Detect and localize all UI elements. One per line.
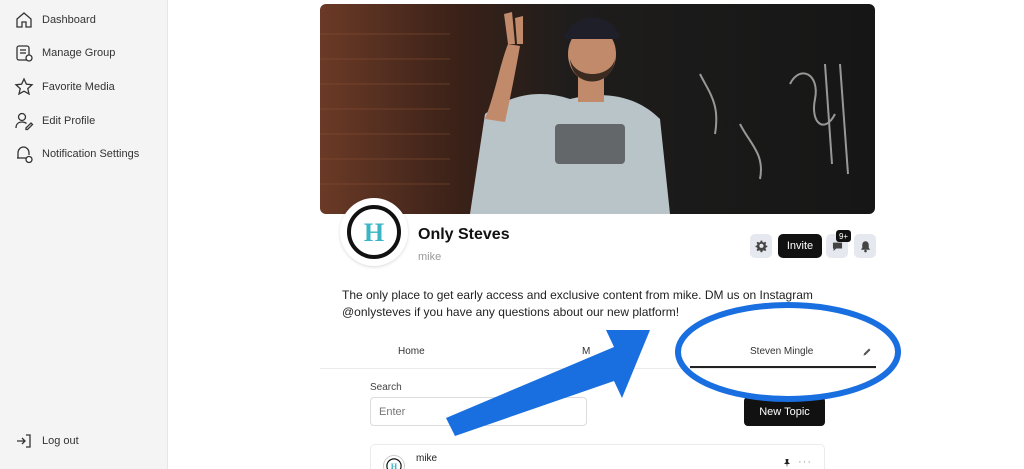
post-author-avatar: H (383, 455, 405, 469)
pin-icon (784, 459, 790, 468)
tab-divider (320, 368, 876, 369)
user-edit-icon (15, 112, 34, 131)
active-tab-underline (690, 366, 876, 368)
sidebar-item-edit-profile[interactable]: Edit Profile (14, 111, 95, 131)
manage-group-icon (16, 45, 33, 62)
logout-icon (17, 434, 31, 448)
sidebar-item-notification-settings[interactable]: Notification Settings (14, 144, 139, 164)
notifications-button[interactable] (854, 234, 876, 258)
search-input[interactable] (370, 397, 587, 426)
star-icon (14, 77, 34, 96)
sidebar-item-label: Favorite Media (42, 81, 115, 93)
more-options-icon[interactable]: ··· (798, 456, 812, 468)
post-logo-letter: H (391, 462, 398, 469)
cover-image (320, 4, 875, 214)
new-topic-button[interactable]: New Topic (744, 397, 825, 426)
sidebar: Dashboard Manage Group Favorite Media Ed… (0, 0, 168, 469)
search-label: Search (370, 382, 402, 393)
invite-button[interactable]: Invite (778, 234, 822, 258)
group-logo-icon: H (347, 205, 401, 259)
tab-steven-mingle[interactable]: Steven Mingle (750, 346, 813, 357)
gear-icon (755, 240, 767, 252)
post-author: mike (416, 453, 438, 464)
sidebar-item-label: Dashboard (42, 14, 96, 26)
topic-card[interactable] (370, 444, 825, 469)
logout-label: Log out (42, 435, 79, 447)
group-description: The only place to get early access and e… (342, 288, 813, 319)
home-icon (16, 12, 32, 28)
group-settings-button[interactable] (750, 234, 772, 258)
logout-button[interactable]: Log out (14, 431, 79, 451)
sidebar-item-dashboard[interactable]: Dashboard (14, 10, 96, 30)
sidebar-item-label: Edit Profile (42, 115, 96, 127)
group-owner: mike (418, 251, 442, 263)
bell-icon (860, 240, 870, 252)
sidebar-item-manage-group[interactable]: Manage Group (14, 43, 115, 63)
group-title: Only Steves (418, 226, 510, 243)
edit-pencil-icon[interactable] (862, 347, 872, 357)
chat-badge: 9+ (836, 230, 851, 242)
sidebar-item-favorite-media[interactable]: Favorite Media (14, 77, 115, 97)
notification-settings-icon (17, 146, 33, 164)
group-logo-letter: H (364, 218, 384, 247)
group-logo-icon: H (386, 458, 402, 469)
sidebar-item-label: Manage Group (42, 47, 116, 59)
sidebar-item-label: Notification Settings (42, 148, 140, 160)
tab-partial[interactable]: M (582, 346, 590, 357)
tab-home[interactable]: Home (398, 346, 425, 357)
group-avatar: H (340, 198, 408, 266)
